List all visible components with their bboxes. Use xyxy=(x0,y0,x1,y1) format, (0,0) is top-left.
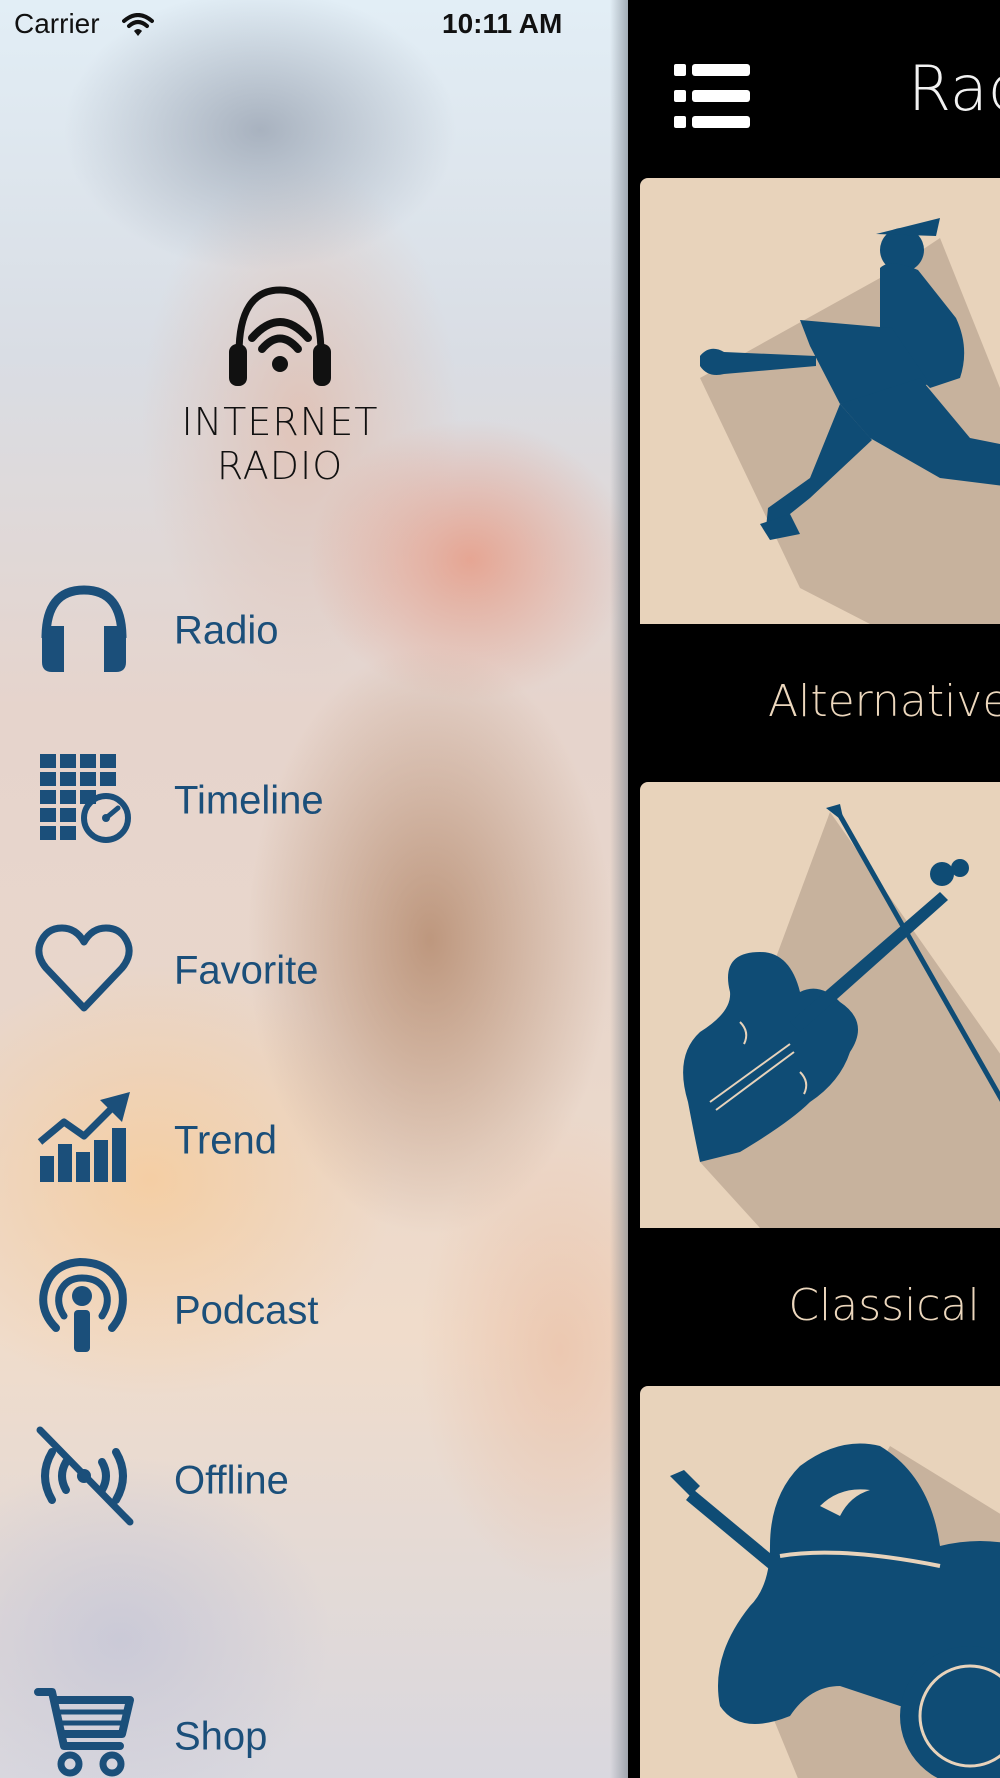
menu-label-timeline: Timeline xyxy=(174,778,324,823)
radio-headphones-logo-icon xyxy=(229,286,331,386)
calendar-clock-icon xyxy=(34,746,134,846)
clock: 10:11 AM xyxy=(442,8,563,39)
hamburger-icon xyxy=(674,64,750,128)
violin-icon xyxy=(683,804,1000,1228)
cart-icon xyxy=(34,1682,134,1778)
genre-card-country[interactable] xyxy=(640,1386,1000,1778)
guitarist-icon xyxy=(700,218,1000,624)
podcast-icon xyxy=(34,1256,134,1356)
genre-label-classical: Classical xyxy=(788,1280,980,1331)
genre-card-classical[interactable] xyxy=(640,782,1000,1228)
trending-chart-icon xyxy=(34,1086,134,1186)
genre-card-alternative[interactable] xyxy=(640,178,1000,624)
menu-item-podcast[interactable]: Podcast xyxy=(34,1256,574,1366)
menu-item-favorite[interactable]: Favorite xyxy=(34,916,574,1026)
menu-toggle-button[interactable] xyxy=(674,60,754,140)
logo-text: INTERNET RADIO xyxy=(181,400,379,488)
wifi-icon xyxy=(122,12,154,44)
menu-item-timeline[interactable]: Timeline xyxy=(34,746,574,856)
country-hat-banjo-icon xyxy=(670,1443,1000,1778)
main-content: Radio Alternative xyxy=(628,0,1000,1778)
status-bar: Carrier 10:11 AM xyxy=(0,0,628,50)
menu-label-radio: Radio xyxy=(174,608,279,653)
genre-label-alternative: Alternative xyxy=(768,676,1000,727)
menu-item-radio[interactable]: Radio xyxy=(34,576,574,686)
menu-label-podcast: Podcast xyxy=(174,1288,319,1333)
app-logo: INTERNET RADIO xyxy=(130,282,430,488)
drawer-shadow xyxy=(610,0,628,1778)
menu-label-offline: Offline xyxy=(174,1458,289,1503)
menu-label-trend: Trend xyxy=(174,1118,278,1163)
heart-icon xyxy=(34,916,134,1016)
side-menu: Carrier 10:11 AM INTERNET RADIO Radio Ti… xyxy=(0,0,628,1778)
menu-label-favorite: Favorite xyxy=(174,948,319,993)
menu-item-offline[interactable]: Offline xyxy=(34,1426,574,1536)
menu-label-shop: Shop xyxy=(174,1714,268,1759)
headphones-icon xyxy=(34,576,134,676)
menu-item-shop[interactable]: Shop xyxy=(34,1682,574,1778)
offline-icon xyxy=(34,1426,134,1526)
page-title: Radio xyxy=(908,52,1000,125)
menu-item-trend[interactable]: Trend xyxy=(34,1086,574,1196)
carrier-label: Carrier xyxy=(14,8,100,39)
